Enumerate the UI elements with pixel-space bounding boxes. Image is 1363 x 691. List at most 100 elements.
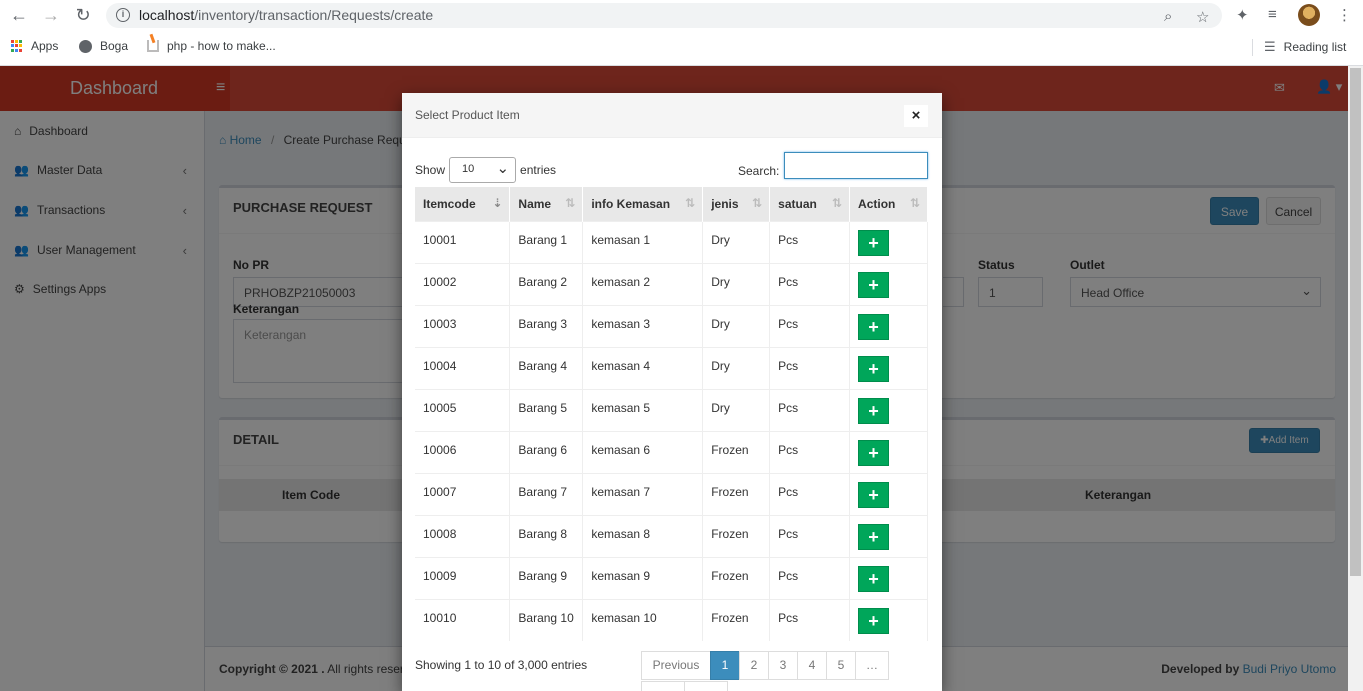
modal-title: Select Product Item	[415, 108, 520, 122]
cell-info-kemasan: kemasan 6	[582, 430, 704, 473]
bookmark-boga-label: Boga	[100, 39, 129, 53]
pagination-page-2[interactable]: 2	[739, 651, 769, 680]
select-item-button[interactable]: +	[858, 523, 890, 550]
cell-satuan: Pcs	[769, 598, 851, 641]
col-info-kemasan-label: info Kemasan	[591, 196, 671, 211]
site-info-icon[interactable]: i	[116, 8, 130, 22]
select-item-button[interactable]: +	[858, 313, 890, 340]
select-item-button[interactable]: +	[858, 397, 890, 424]
col-name-label: Name	[518, 196, 552, 211]
select-item-button[interactable]: +	[858, 607, 890, 634]
search-label: Search:	[738, 164, 780, 178]
globe-icon	[79, 39, 92, 53]
bookmark-boga[interactable]: Boga	[79, 39, 128, 53]
sort-icon: ⇅	[565, 196, 576, 210]
col-jenis-label: jenis	[711, 196, 739, 211]
cell-jenis: Frozen	[702, 514, 771, 557]
search-input[interactable]	[784, 152, 928, 179]
bookmark-php-label: php - how to make...	[167, 39, 276, 53]
cell-jenis: Dry	[702, 220, 771, 263]
cell-satuan: Pcs	[769, 262, 851, 305]
table-row: 10004 Barang 4 kemasan 4 Dry Pcs +	[415, 346, 928, 389]
entries-select[interactable]: 10	[449, 157, 517, 183]
apps-grid-icon	[11, 40, 23, 52]
cell-action: +	[849, 472, 928, 515]
cell-action: +	[849, 262, 928, 305]
pagination-overflow-cell[interactable]	[641, 681, 685, 691]
bookmark-apps[interactable]: Apps	[11, 39, 58, 53]
pagination-page-3[interactable]: 3	[768, 651, 798, 680]
select-item-button[interactable]: +	[858, 481, 890, 508]
cell-satuan: Pcs	[769, 514, 851, 557]
url-path: /inventory/transaction/Requests/create	[194, 7, 434, 23]
show-label: Show	[415, 163, 446, 177]
cell-name: Barang 6	[509, 430, 584, 473]
entries-length-control: Show 10 entries	[415, 157, 556, 183]
cell-action: +	[849, 346, 928, 389]
zoom-icon[interactable]: ⌕	[1164, 8, 1172, 25]
cell-jenis: Dry	[702, 262, 771, 305]
extensions-icon[interactable]: ✦	[1236, 6, 1249, 24]
cell-info-kemasan: kemasan 2	[582, 262, 704, 305]
reading-list-button[interactable]: ☰ Reading list	[1264, 39, 1346, 55]
col-itemcode-label: Itemcode	[423, 196, 476, 211]
col-satuan[interactable]: satuan ⇅	[769, 187, 851, 221]
col-itemcode[interactable]: Itemcode ⇣	[415, 187, 511, 221]
cell-itemcode: 10010	[415, 598, 511, 641]
menu-kebab-icon[interactable]: ⋮	[1337, 6, 1352, 24]
address-bar[interactable]: i localhost/inventory/transaction/Reques…	[106, 3, 1222, 28]
cell-jenis: Dry	[702, 346, 771, 389]
bookmark-apps-label: Apps	[31, 39, 59, 53]
select-item-button[interactable]: +	[858, 565, 890, 592]
cell-jenis: Dry	[702, 388, 771, 431]
back-icon[interactable]: ←	[9, 5, 29, 25]
cell-itemcode: 10008	[415, 514, 511, 557]
cell-itemcode: 10007	[415, 472, 511, 515]
pagination-page-5[interactable]: 5	[826, 651, 856, 680]
bookmark-php[interactable]: php - how to make...	[147, 39, 276, 53]
sort-icon: ⇅	[685, 196, 696, 210]
select-item-button[interactable]: +	[858, 355, 890, 382]
col-name[interactable]: Name ⇅	[509, 187, 584, 221]
profile-avatar[interactable]	[1298, 4, 1320, 26]
pagination-page-4[interactable]: 4	[797, 651, 827, 680]
col-action[interactable]: Action ⇅	[849, 187, 928, 221]
modal-header: Select Product Item ×	[402, 93, 942, 138]
page-scrollbar[interactable]	[1348, 66, 1363, 691]
select-item-button[interactable]: +	[858, 439, 890, 466]
col-jenis[interactable]: jenis ⇅	[702, 187, 771, 221]
sort-asc-icon: ⇣	[492, 196, 503, 210]
cell-jenis: Frozen	[702, 430, 771, 473]
cell-satuan: Pcs	[769, 388, 851, 431]
cell-action: +	[849, 388, 928, 431]
pagination-page-1[interactable]: 1	[710, 651, 740, 680]
cell-action: +	[849, 514, 928, 557]
pagination-ellipsis: …	[855, 651, 889, 680]
entries-label: entries	[520, 163, 557, 177]
col-action-label: Action	[858, 196, 896, 211]
close-icon[interactable]: ×	[904, 105, 928, 127]
table-header-row: Itemcode ⇣ Name ⇅ info Kemasan ⇅ jenis ⇅ sat…	[415, 187, 928, 221]
pagination-previous[interactable]: Previous	[641, 651, 711, 680]
forward-icon[interactable]: →	[41, 5, 61, 25]
cell-info-kemasan: kemasan 8	[582, 514, 704, 557]
pagination-overflow-cell[interactable]	[684, 681, 728, 691]
col-info-kemasan[interactable]: info Kemasan ⇅	[582, 187, 704, 221]
cell-jenis: Dry	[702, 304, 771, 347]
bookmark-star-icon[interactable]: ☆	[1196, 8, 1209, 26]
media-queue-icon[interactable]: ≡	[1268, 6, 1277, 23]
cell-itemcode: 10001	[415, 220, 511, 263]
cell-info-kemasan: kemasan 4	[582, 346, 704, 389]
cell-itemcode: 10004	[415, 346, 511, 389]
cell-satuan: Pcs	[769, 430, 851, 473]
cell-action: +	[849, 304, 928, 347]
pagination-overflow-row	[641, 681, 728, 691]
reload-icon[interactable]: ↻	[73, 5, 93, 25]
page-scrollbar-thumb[interactable]	[1350, 68, 1361, 576]
select-item-button[interactable]: +	[858, 229, 890, 256]
col-satuan-label: satuan	[778, 196, 817, 211]
cell-name: Barang 7	[509, 472, 584, 515]
cell-name: Barang 2	[509, 262, 584, 305]
select-item-button[interactable]: +	[858, 271, 890, 298]
cell-action: +	[849, 220, 928, 263]
